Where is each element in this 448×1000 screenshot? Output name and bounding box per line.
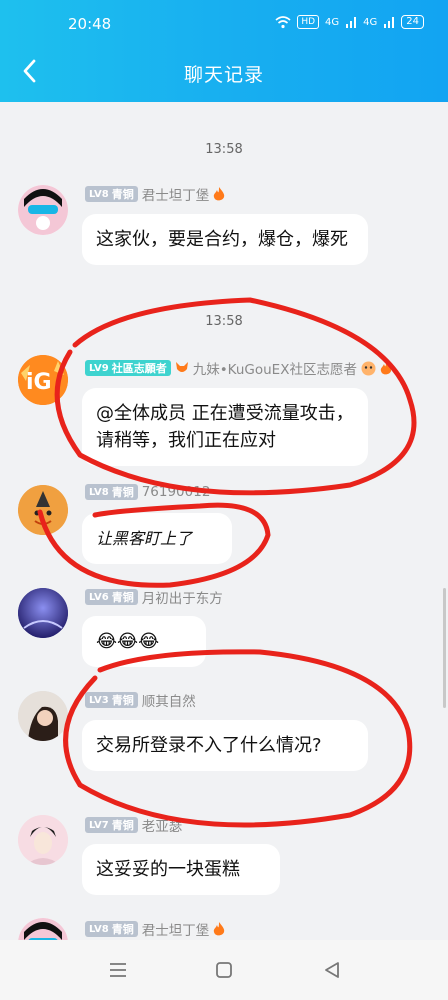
- sender-meta: LV7 青铜 老亚瑟: [85, 815, 182, 835]
- message-bubble[interactable]: 让黑客盯上了: [82, 513, 232, 564]
- sender-name[interactable]: 君士坦丁堡: [142, 919, 210, 939]
- avatar[interactable]: [18, 691, 68, 741]
- mascot-icon: [361, 361, 376, 375]
- avatar[interactable]: [18, 588, 68, 638]
- sender-meta: LV8 青铜 76190012: [85, 484, 210, 500]
- signal-icon: [384, 17, 395, 28]
- level-badge: LV6 青铜: [85, 589, 138, 605]
- message-bubble[interactable]: 这家伙，要是合约，爆仓，爆死: [82, 214, 368, 265]
- fox-icon: [175, 362, 188, 372]
- sender-name[interactable]: 76190012: [142, 484, 211, 500]
- avatar[interactable]: [18, 918, 68, 940]
- home-button[interactable]: [212, 958, 236, 982]
- level-badge: LV8 青铜: [85, 921, 138, 937]
- avatar[interactable]: [18, 815, 68, 865]
- system-navbar: [0, 940, 448, 1000]
- volunteer-badge: LV9 社區志願者: [85, 360, 171, 376]
- sender-meta: LV8 青铜 君士坦丁堡: [85, 184, 225, 204]
- sender-name[interactable]: 顺其自然: [142, 690, 196, 710]
- timestamp: 13:58: [205, 142, 243, 157]
- sender-name[interactable]: 君士坦丁堡: [142, 184, 210, 204]
- triangle-back-icon: [325, 962, 339, 978]
- message-bubble[interactable]: 交易所登录不入了什么情况?: [82, 720, 368, 771]
- sender-name[interactable]: 老亚瑟: [142, 815, 183, 835]
- avatar[interactable]: [18, 485, 68, 535]
- hd-badge: HD: [297, 15, 320, 29]
- signal-icon: [346, 17, 357, 28]
- fire-icon: [380, 360, 392, 374]
- message-bubble[interactable]: 这妥妥的一块蛋糕: [82, 844, 280, 895]
- square-icon: [216, 962, 232, 978]
- scrollbar[interactable]: [443, 588, 446, 708]
- message-bubble[interactable]: @全体成员 正在遭受流量攻击，请稍等，我们正在应对: [82, 388, 368, 466]
- timestamp: 13:58: [205, 314, 243, 329]
- status-time: 20:48: [68, 15, 112, 33]
- network-indicator-2: 4G: [363, 16, 378, 28]
- level-badge: LV8 青铜: [85, 186, 138, 202]
- chat-list[interactable]: 13:58 LV8 青铜 君士坦丁堡 这家伙，要是合约，爆仓，爆死 13:58 i…: [0, 102, 448, 940]
- network-indicator-1: 4G: [325, 16, 340, 28]
- fire-icon: [214, 921, 225, 935]
- sender-meta: LV6 青铜 月初出于东方: [85, 587, 223, 607]
- status-icons: HD 4G 4G 24: [275, 15, 424, 29]
- level-badge: LV3 青铜: [85, 692, 138, 708]
- sender-name[interactable]: 九妹•KuGouEX社区志愿者: [193, 358, 357, 378]
- sender-meta: LV3 青铜 顺其自然: [85, 690, 196, 710]
- level-badge: LV8 青铜: [85, 484, 138, 500]
- svg-text:iG: iG: [26, 370, 52, 395]
- page-title: 聊天记录: [183, 64, 264, 86]
- avatar[interactable]: iG: [18, 355, 68, 405]
- sender-name[interactable]: 月初出于东方: [142, 587, 223, 607]
- message-bubble[interactable]: 😂😂😂: [82, 616, 206, 667]
- nav-back-button[interactable]: [320, 958, 344, 982]
- fire-icon: [214, 186, 225, 200]
- app-header: 20:48 HD 4G 4G 24 聊天记录: [0, 0, 448, 102]
- avatar[interactable]: [18, 185, 68, 235]
- menu-icon: [110, 963, 126, 977]
- wifi-icon: [275, 15, 291, 28]
- sender-meta: LV9 社區志願者 九妹•KuGouEX社区志愿者: [85, 358, 392, 378]
- level-badge: LV7 青铜: [85, 817, 138, 833]
- sender-meta: LV8 青铜 君士坦丁堡: [85, 919, 225, 939]
- battery-indicator: 24: [401, 15, 424, 29]
- menu-button[interactable]: [106, 958, 130, 982]
